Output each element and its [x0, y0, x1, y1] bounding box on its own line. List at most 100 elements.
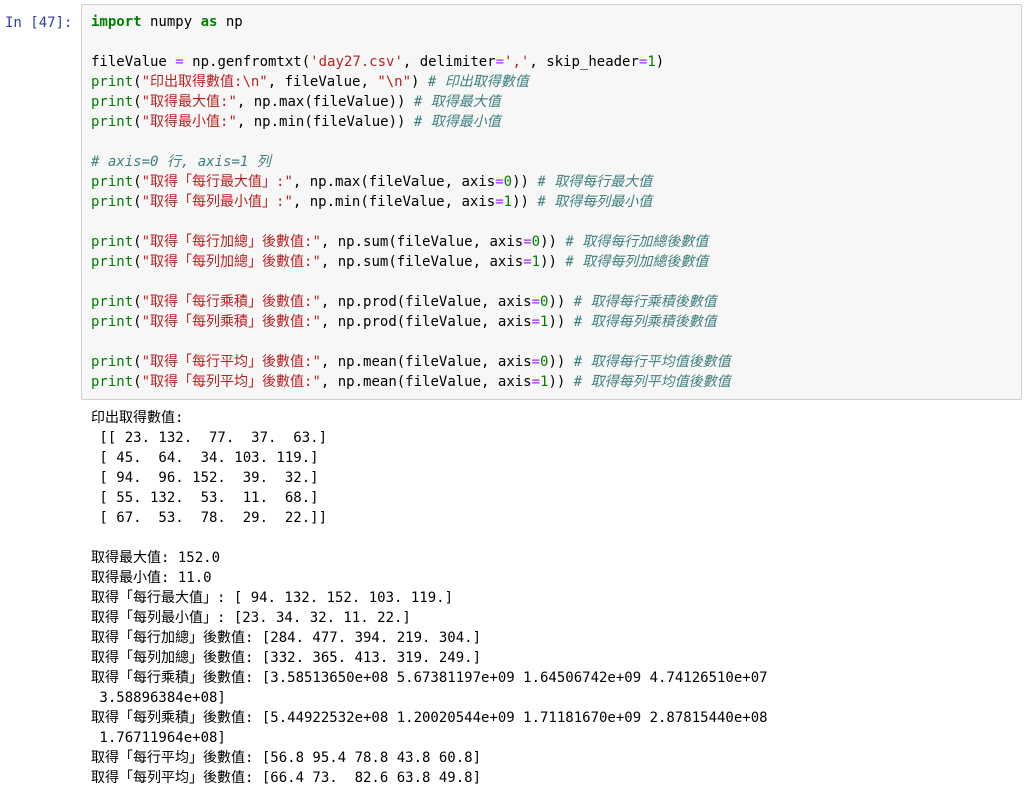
code-token: "取得「每行乘積」後數值:" [141, 294, 321, 310]
code-token: , np.sum(fileValue, axis [320, 234, 524, 250]
code-line: print("取得「每列加總」後數值:", np.sum(fileValue, … [91, 252, 731, 272]
code-token: = [523, 234, 532, 250]
code-line: print("取得「每行加總」後數值:", np.sum(fileValue, … [91, 232, 731, 252]
output-line: [[ 23. 132. 77. 37. 63.] [91, 430, 328, 446]
cell-output: 印出取得數值: [[ 23. 132. 77. 37. 63.] [ 45. 6… [91, 408, 768, 788]
code-token: print [91, 94, 134, 110]
code-token: "取得「每列最小值」:" [141, 194, 293, 210]
output-line: [ 94. 96. 152. 39. 32.] [91, 470, 319, 486]
code-token: print [91, 294, 134, 310]
code-token: "印出取得數值:\n" [141, 74, 268, 90]
output-line: 取得最小值: 11.0 [91, 570, 212, 586]
code-token: )) [540, 254, 566, 270]
code-token: "取得最大值:" [141, 94, 237, 110]
code-token: # 取得每行加總後數值 [565, 234, 709, 250]
code-token: ( [133, 354, 142, 370]
code-token: # 取得最小值 [413, 114, 501, 130]
code-token: "取得「每列乘積」後數值:" [141, 314, 321, 330]
code-token: , fileValue, [267, 74, 378, 90]
code-token: 1 [503, 194, 513, 210]
code-token: , np.max(fileValue, axis [292, 174, 496, 190]
code-token: print [91, 254, 134, 270]
code-token: , np.min(fileValue)) [236, 114, 414, 130]
output-line: 取得「每列平均」後數值: [66.4 73. 82.6 63.8 49.8] [91, 770, 482, 786]
output-line: 印出取得數值: [91, 410, 184, 426]
code-token: ( [133, 94, 142, 110]
code-token: = [495, 54, 505, 70]
code-line: print("印出取得數值:\n", fileValue, "\n") # 印出… [91, 72, 731, 92]
code-token: )) [548, 354, 574, 370]
output-line: [ 45. 64. 34. 103. 119.] [91, 450, 319, 466]
code-line: print("取得「每行乘積」後數值:", np.prod(fileValue,… [91, 292, 731, 312]
output-line: 取得「每行加總」後數值: [284. 477. 394. 219. 304.] [91, 630, 482, 646]
code-token: print [91, 234, 134, 250]
code-token: ',' [504, 54, 530, 70]
code-token: "取得「每行平均」後數值:" [141, 354, 321, 370]
code-token: = [531, 374, 541, 390]
output-line: 取得「每列乘積」後數值: [5.44922532e+08 1.20020544e… [91, 710, 768, 726]
code-token: import [91, 14, 142, 30]
code-token: = [495, 194, 504, 210]
code-token: 0 [531, 234, 541, 250]
code-token: = [175, 54, 184, 70]
code-token: print [91, 174, 134, 190]
code-token: # 取得每列乘積後數值 [573, 314, 717, 330]
code-token: = [495, 174, 504, 190]
code-token: 1 [531, 254, 541, 270]
code-token: # 取得每列平均值後數值 [573, 374, 731, 390]
output-line: 取得「每行平均」後數值: [56.8 95.4 78.8 43.8 60.8] [91, 750, 482, 766]
code-token: , np.prod(fileValue, axis [320, 294, 532, 310]
code-line: print("取得「每行平均」後數值:", np.mean(fileValue,… [91, 352, 731, 372]
code-token: , np.max(fileValue)) [236, 94, 414, 110]
code-token: ( [133, 174, 142, 190]
code-token: )) [548, 294, 574, 310]
code-token: , np.sum(fileValue, axis [320, 254, 524, 270]
code-token: = [523, 254, 532, 270]
code-token: ( [133, 294, 142, 310]
code-token: print [91, 74, 134, 90]
code-line: print("取得最小值:", np.min(fileValue)) # 取得最… [91, 112, 731, 132]
code-token: ( [133, 194, 142, 210]
code-line: import numpy as np [91, 12, 731, 32]
code-token: )) [540, 234, 566, 250]
code-token: print [91, 374, 134, 390]
output-line: 1.76711964e+08] [91, 730, 226, 746]
code-token: ( [133, 234, 142, 250]
output-line: [ 67. 53. 78. 29. 22.]] [91, 510, 328, 526]
code-token: np [217, 14, 243, 30]
code-token: ( [133, 74, 142, 90]
code-token: ( [133, 314, 142, 330]
output-line: 取得「每行最大值」: [ 94. 132. 152. 103. 119.] [91, 590, 454, 606]
code-token: # 取得每行乘積後數值 [573, 294, 717, 310]
output-line: [ 55. 132. 53. 11. 68.] [91, 490, 319, 506]
code-token: # 取得最大值 [413, 94, 501, 110]
code-token: )) [548, 314, 574, 330]
code-token: ) [655, 54, 665, 70]
notebook-cell: In [47]: import numpy as np fileValue = n… [0, 0, 1024, 801]
code-line: print("取得「每列最小值」:", np.min(fileValue, ax… [91, 192, 731, 212]
code-token: # 取得每行最大值 [537, 174, 653, 190]
code-token: = [531, 314, 541, 330]
code-token: numpy [141, 14, 201, 30]
code-token: # axis=0 行, axis=1 列 [91, 154, 271, 170]
code-token: ( [133, 374, 142, 390]
code-line: print("取得「每列乘積」後數值:", np.prod(fileValue,… [91, 312, 731, 332]
output-line: 取得「每行乘積」後數值: [3.58513650e+08 5.67381197e… [91, 670, 768, 686]
code-editor[interactable]: import numpy as np fileValue = np.genfrom… [91, 12, 731, 392]
code-token: "\n" [377, 74, 412, 90]
code-token: "取得「每行加總」後數值:" [141, 234, 321, 250]
code-token: "取得「每行最大值」:" [141, 174, 293, 190]
code-input-area[interactable]: import numpy as np fileValue = np.genfrom… [81, 4, 1022, 400]
output-line: 取得最大值: 152.0 [91, 550, 221, 566]
code-token: ( [133, 254, 142, 270]
code-token: 0 [503, 174, 513, 190]
output-line: 3.58896384e+08] [91, 690, 226, 706]
code-token: "取得「每列加總」後數值:" [141, 254, 321, 270]
code-token: 1 [647, 54, 656, 70]
code-token: = [531, 294, 541, 310]
code-token: fileValue [91, 54, 176, 70]
